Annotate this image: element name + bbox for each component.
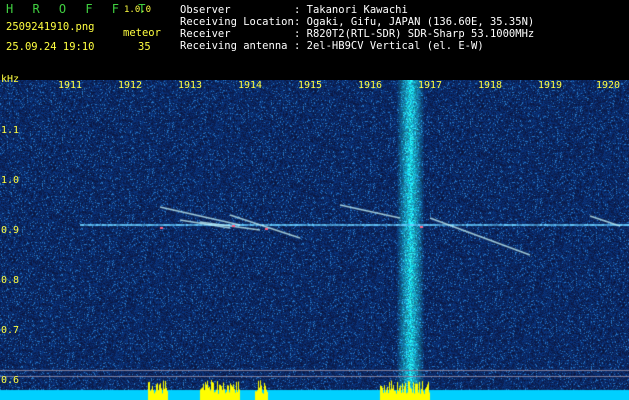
time-axis: 1911 1912 1913 1914 1915 1916 1917 1918 …: [0, 80, 629, 92]
antenna-key: Receiving antenna: [180, 40, 288, 52]
observer-value: : Takanori Kawachi: [294, 4, 408, 16]
receiver-key: Receiver: [180, 28, 231, 40]
time-tick: 1914: [237, 80, 263, 91]
time-tick: 1912: [117, 80, 143, 91]
freq-tick: 0.7: [1, 325, 20, 336]
freq-tick: 0.6: [1, 375, 20, 386]
mode-label: meteor: [123, 27, 161, 39]
freq-tick: 0.9: [1, 225, 20, 236]
hrofft-window: H R O F F T 1.0.0 2509241910.png meteor …: [0, 0, 629, 400]
timestamp: 25.09.24 19:10: [6, 41, 95, 53]
time-tick: 1911: [57, 80, 83, 91]
observer-key: Observer: [180, 4, 231, 16]
app-version: 1.0.0: [124, 5, 152, 15]
receiver-value: : R820T2(RTL-SDR) SDR-Sharp 53.1000MHz: [294, 28, 535, 40]
time-tick: 1916: [357, 80, 383, 91]
location-key: Receiving Location: [180, 16, 294, 28]
location-value: : Ogaki, Gifu, JAPAN (136.60E, 35.35N): [294, 16, 535, 28]
time-tick: 1919: [537, 80, 563, 91]
meteor-count: 35: [138, 41, 151, 53]
spectrogram-canvas: [0, 80, 629, 400]
freq-tick: 0.8: [1, 275, 20, 286]
antenna-value: : 2el-HB9CV Vertical (el. E-W): [294, 40, 484, 52]
time-tick: 1913: [177, 80, 203, 91]
time-tick: 1920: [595, 80, 621, 91]
time-tick: 1918: [477, 80, 503, 91]
file-name: 2509241910.png: [6, 21, 95, 33]
freq-tick: 1.1: [1, 125, 20, 136]
header-panel: H R O F F T 1.0.0 2509241910.png meteor …: [0, 0, 629, 80]
time-tick: 1917: [417, 80, 443, 91]
freq-tick: 1.0: [1, 175, 20, 186]
time-tick: 1915: [297, 80, 323, 91]
